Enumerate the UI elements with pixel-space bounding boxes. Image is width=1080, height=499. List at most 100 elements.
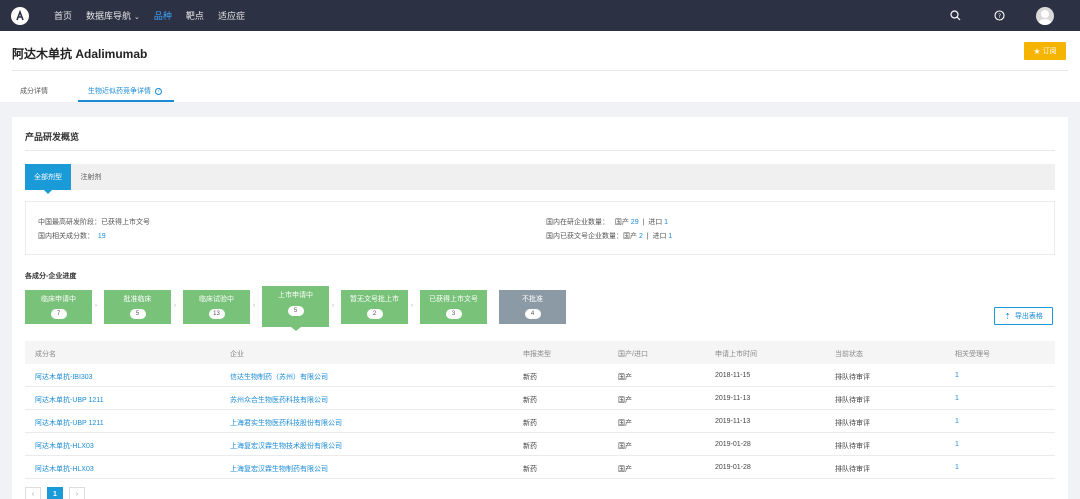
origin: 国产 (618, 374, 632, 381)
column-header: 企业 (230, 351, 244, 358)
in-dev-count-row: 国内在研企业数量： 国产 29 | 进口 1 (546, 217, 668, 227)
label: 国内在研企业数量： (546, 219, 609, 226)
nav-db-label: 数据库导航 (86, 11, 132, 21)
stage-label: 已获得上市文号 (429, 296, 478, 303)
chevron-right-icon: › (253, 303, 255, 309)
application-date: 2019-01-28 (715, 441, 751, 448)
column-header: 申请上市时间 (715, 351, 757, 358)
related-count-row: 国内相关成分数： 19 (38, 231, 106, 241)
application-date: 2019-01-28 (715, 464, 751, 471)
table-row: 阿达木单抗-HLX03 上海复宏汉霖生物技术股份有限公司 新药 国产 2019-… (25, 433, 1055, 456)
dosage-form-tabs: 全部剂型 注射剂 (25, 164, 1055, 194)
application-type: 新药 (523, 443, 537, 450)
nav-tab-target[interactable]: 靶点 (186, 9, 204, 22)
separator: | (642, 219, 645, 226)
stage-label: 上市申请中 (278, 292, 313, 299)
help-icon[interactable]: ? (992, 9, 1006, 23)
domestic-count-link[interactable]: 29 (631, 219, 639, 226)
table-header: 成分名 企业 申报类型 国产/进口 申请上市时间 当前状态 相关受理号 (25, 341, 1055, 364)
status: 排队待审评 (835, 420, 870, 427)
acceptance-no-link[interactable]: 1 (955, 464, 959, 471)
logo-icon[interactable] (11, 6, 29, 25)
separator: | (646, 233, 649, 240)
chevron-right-icon: › (411, 303, 413, 309)
table-row: 阿达木单抗-IBI303 信达生物制药（苏州）有限公司 新药 国产 2018-1… (25, 364, 1055, 387)
label: 国内相关成分数： (38, 233, 94, 240)
label: 进口 (652, 233, 667, 240)
ingredient-link[interactable]: 阿达木单抗-UBP 1211 (35, 418, 104, 428)
stage-clinical-approved[interactable]: 批准临床 5 (104, 290, 171, 324)
stage-label: 暂无文号批上市 (350, 296, 399, 303)
chevron-right-icon: › (95, 303, 97, 309)
application-type: 新药 (523, 397, 537, 404)
stage-label: 批准临床 (123, 296, 152, 303)
related-count-link[interactable]: 19 (98, 233, 106, 240)
label: 中国最高研发阶段： (38, 219, 101, 226)
stage-rejected[interactable]: 不批准 4 (499, 290, 566, 324)
stage-count: 3 (445, 309, 462, 319)
stage-approved-no-number[interactable]: 暂无文号批上市 2 (341, 290, 408, 324)
application-date: 2018-11-15 (715, 372, 751, 379)
import-count-link[interactable]: 1 (664, 219, 668, 226)
active-tab-indicator (78, 100, 174, 102)
company-link[interactable]: 上海君实生物医药科技股份有限公司 (230, 418, 342, 428)
application-date: 2019-11-13 (715, 395, 751, 402)
page-1-button[interactable]: 1 (47, 487, 63, 499)
stage-approval-number[interactable]: 已获得上市文号 3 (420, 290, 487, 324)
company-link[interactable]: 苏州众合生物医药科技有限公司 (230, 395, 328, 405)
table-row: 阿达木单抗-HLX03 上海复宏汉霖生物制药有限公司 新药 国产 2019-01… (25, 456, 1055, 479)
domestic-count-link[interactable]: 2 (639, 233, 643, 240)
status: 排队待审评 (835, 443, 870, 450)
column-header: 申报类型 (523, 351, 551, 358)
stage-marketing-application[interactable]: 上市申请中 5 (262, 286, 329, 331)
label: 国内已获文号企业数量： (546, 233, 623, 240)
stage-label: 临床申请中 (41, 296, 76, 303)
progress-title: 各成分-企业进度 (25, 273, 77, 280)
acceptance-no-link[interactable]: 1 (955, 441, 959, 448)
company-link[interactable]: 上海复宏汉霖生物技术股份有限公司 (230, 441, 342, 451)
tab-label: 生物近似药竞争详情 (88, 88, 151, 95)
tab-all-forms[interactable]: 全部剂型 (25, 164, 71, 194)
status: 排队待审评 (835, 374, 870, 381)
import-count-link[interactable]: 1 (668, 233, 672, 240)
stage-count: 4 (524, 309, 541, 319)
stage-clinical-trial[interactable]: 临床试验中 13 (183, 290, 250, 324)
label: 国产 (614, 219, 629, 226)
nav-tab-variety[interactable]: 品种 (154, 9, 172, 22)
export-table-button[interactable]: ⇡ 导出表格 (994, 307, 1053, 325)
chevron-right-icon: › (174, 303, 176, 309)
label: 国产 (623, 233, 637, 240)
avatar[interactable] (1036, 6, 1054, 25)
value: 已获得上市文号 (101, 219, 150, 226)
table-row: 阿达木单抗-UBP 1211 苏州众合生物医药科技有限公司 新药 国产 2019… (25, 387, 1055, 410)
ingredient-link[interactable]: 阿达木单抗-IBI303 (35, 372, 93, 382)
pagination: ‹ 1 › (25, 487, 91, 499)
prev-page-button[interactable]: ‹ (25, 487, 41, 499)
origin: 国产 (618, 397, 632, 404)
top-navbar: 首页 数据库导航 ⌄ 品种 靶点 适应症 ? (0, 0, 1080, 31)
tab-injection[interactable]: 注射剂 (79, 164, 103, 190)
acceptance-no-link[interactable]: 1 (955, 395, 959, 402)
nav-tab-indication[interactable]: 适应症 (218, 9, 245, 22)
star-icon: ★ (1033, 46, 1041, 56)
tab-ingredient-details[interactable]: 成分详情 (20, 86, 48, 96)
origin: 国产 (618, 466, 632, 473)
ingredient-link[interactable]: 阿达木单抗-HLX03 (35, 441, 94, 451)
ingredient-link[interactable]: 阿达木单抗-UBP 1211 (35, 395, 104, 405)
search-icon[interactable] (948, 9, 962, 23)
application-type: 新药 (523, 420, 537, 427)
approved-count-row: 国内已获文号企业数量：国产 2 | 进口 1 (546, 231, 672, 241)
nav-home[interactable]: 首页 (54, 9, 72, 22)
column-header: 国产/进口 (618, 351, 648, 358)
stage-clinical-application[interactable]: 临床申请中 7 (25, 290, 92, 324)
next-page-button[interactable]: › (69, 487, 85, 499)
company-link[interactable]: 上海复宏汉霖生物制药有限公司 (230, 464, 328, 474)
export-label: 导出表格 (1014, 313, 1043, 320)
subscribe-button[interactable]: ★ 订阅 (1024, 42, 1066, 60)
ingredient-link[interactable]: 阿达木单抗-HLX03 (35, 464, 94, 474)
acceptance-no-link[interactable]: 1 (955, 372, 959, 379)
tab-biosimilar-competition[interactable]: 生物近似药竞争详情? (88, 86, 162, 96)
nav-db-navigation[interactable]: 数据库导航 ⌄ (86, 9, 140, 22)
company-link[interactable]: 信达生物制药（苏州）有限公司 (230, 372, 328, 382)
acceptance-no-link[interactable]: 1 (955, 418, 959, 425)
